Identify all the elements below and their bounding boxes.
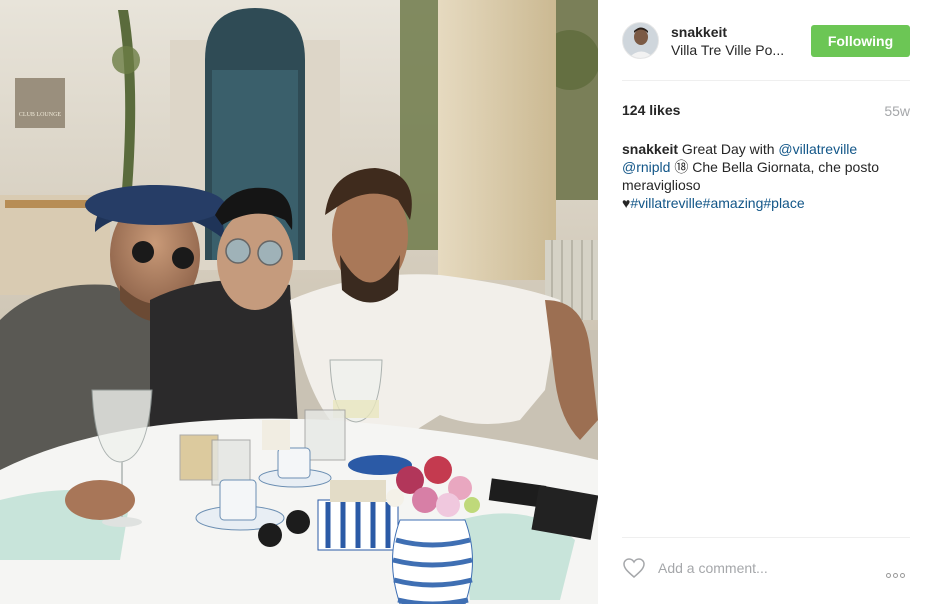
likes-count[interactable]: 124 likes [622,102,680,118]
post-photo[interactable]: CLUB LOUNGE [0,0,598,604]
caption-text-1: Great Day with [678,141,779,157]
dot [886,573,891,578]
mention-rnipld[interactable]: @rnipld [622,159,670,175]
ellipsis-icon[interactable] [886,565,910,578]
club-lounge-sign-text: CLUB LOUNGE [19,112,61,118]
header-divider [622,80,910,81]
mention-villatreville[interactable]: @villatreville [778,141,857,157]
post-header: snakkeit Villa Tre Ville Po... Following [598,0,933,80]
dot [900,573,905,578]
post-photo-illustration: CLUB LOUNGE [0,0,598,604]
hashtag-amazing[interactable]: #amazing [703,195,764,211]
hashtag-villatreville[interactable]: #villatreville [630,195,702,211]
caption-username[interactable]: snakkeit [622,141,678,157]
comment-input[interactable] [658,558,858,578]
heart-icon[interactable] [622,557,646,579]
following-button[interactable]: Following [811,25,910,57]
caption: snakkeit Great Day with @villatreville @… [622,140,912,212]
post-age[interactable]: 55w [884,103,910,119]
club-lounge-sign [15,78,65,128]
username-link[interactable]: snakkeit [671,24,727,40]
comment-bar [622,555,912,583]
comment-divider [622,537,910,538]
avatar[interactable] [622,22,659,59]
avatar-image [623,23,658,58]
hashtag-place[interactable]: #place [763,195,804,211]
location-link[interactable]: Villa Tre Ville Po... [671,42,784,58]
dot [893,573,898,578]
post-details-panel: snakkeit Villa Tre Ville Po... Following… [598,0,933,604]
